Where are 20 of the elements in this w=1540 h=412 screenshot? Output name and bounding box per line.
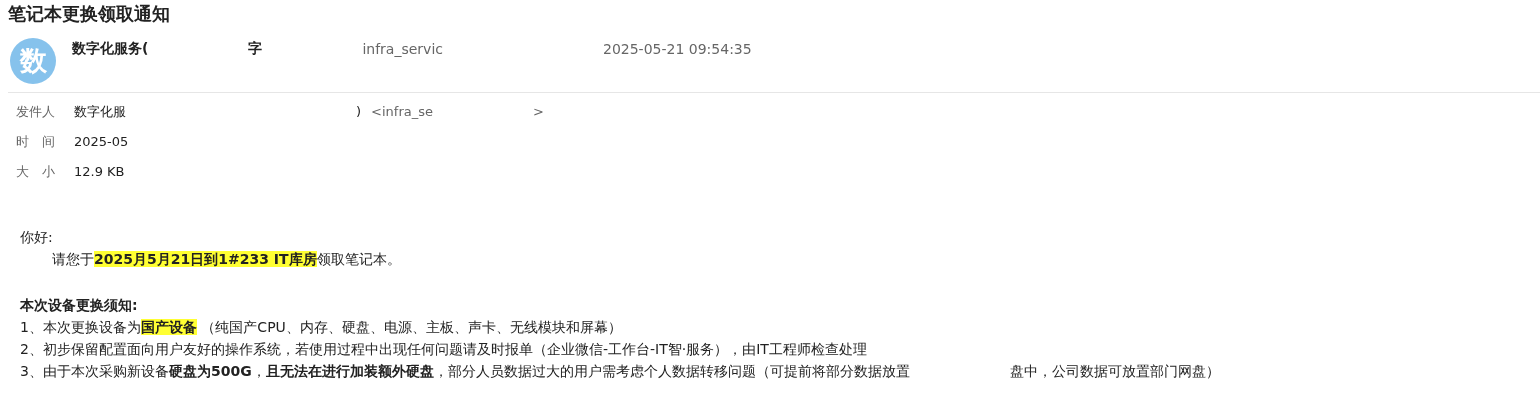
- meta-value: <infra_se: [371, 103, 433, 121]
- body-text: 1、本次更换设备为国产设备 （纯国产CPU、内存、硬盘、电源、主板、声卡、无线模块和屏幕）: [20, 318, 623, 337]
- body-text: 本次设备更换须知:: [20, 296, 139, 315]
- email-subject: 笔记本更换领取通知: [8, 2, 171, 26]
- meta-value: 数字化服: [74, 103, 126, 121]
- meta-value: ): [356, 103, 362, 121]
- sender-text: 数字化服务(: [72, 40, 149, 58]
- meta-value: 2025-05: [74, 133, 129, 151]
- body-text: 你好:: [20, 228, 54, 247]
- body-text: 3、由于本次采购新设备硬盘为500G，且无法在进行加装额外硬盘，部分人员数据过大的用户需考虑个人数据转移问题（可提前将部分数据放置 盘中，公司数据可放置部门网盘）: [20, 362, 1221, 381]
- meta-value: >: [533, 103, 544, 121]
- sender-avatar: 数: [10, 38, 56, 84]
- body-text: 2、初步保留配置面向用户友好的操作系统，若使用过程中出现任何问题请及时报单（企业微信-工作台-IT智·服务），由IT工程师检查处理: [20, 340, 868, 359]
- sender-text: 字: [248, 40, 263, 58]
- sender-text: infra_servic: [362, 41, 443, 57]
- sent-date: 2025-05-21 09:54:35: [602, 41, 752, 57]
- meta-label: 大 小: [16, 163, 56, 181]
- meta-value: 12.9 KB: [74, 163, 125, 181]
- meta-label: 发件人: [16, 103, 56, 121]
- meta-label: 时 间: [16, 133, 56, 151]
